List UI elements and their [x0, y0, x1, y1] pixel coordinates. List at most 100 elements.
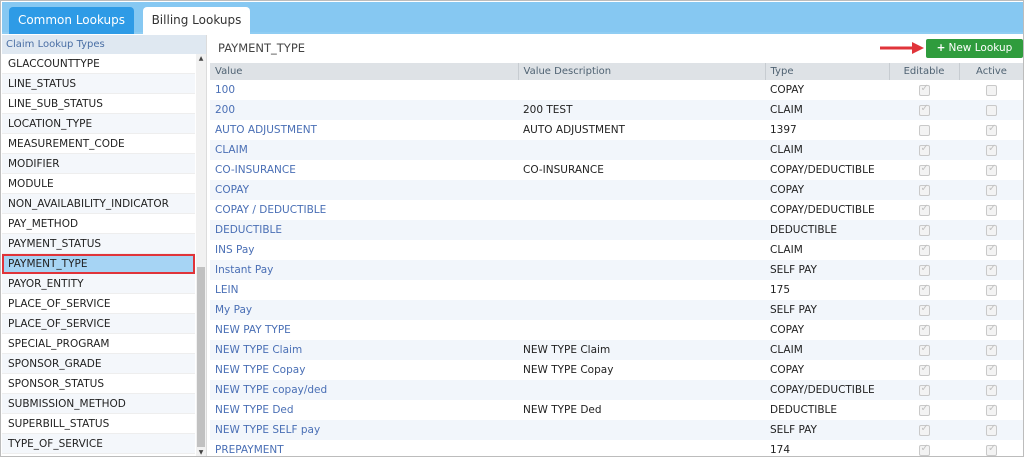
active-checkbox[interactable] — [986, 163, 997, 176]
cell-value-link[interactable]: NEW TYPE copay/ded — [210, 380, 518, 400]
active-checkbox[interactable] — [986, 323, 997, 336]
cell-value-link[interactable]: CO-INSURANCE — [210, 160, 518, 180]
sidebar-item[interactable]: PAY_METHOD — [2, 214, 195, 234]
cell-value-link[interactable]: NEW TYPE Claim — [210, 340, 518, 360]
table-row[interactable]: PREPAYMENT 174 — [210, 440, 1023, 456]
active-checkbox[interactable] — [986, 183, 997, 196]
editable-checkbox[interactable] — [918, 203, 930, 216]
editable-checkbox[interactable] — [918, 143, 930, 156]
editable-checkbox[interactable] — [918, 83, 930, 96]
active-checkbox[interactable] — [986, 363, 997, 376]
table-row[interactable]: Instant Pay SELF PAY — [210, 260, 1023, 280]
editable-checkbox[interactable] — [918, 363, 930, 376]
cell-value-link[interactable]: LEIN — [210, 280, 518, 300]
cell-value-link[interactable]: INS Pay — [210, 240, 518, 260]
table-row[interactable]: CO-INSURANCE CO-INSURANCE COPAY/DEDUCTIBLE — [210, 160, 1023, 180]
editable-checkbox[interactable] — [918, 423, 930, 436]
sidebar-item[interactable]: NON_AVAILABILITY_INDICATOR — [2, 194, 195, 214]
table-row[interactable]: My Pay SELF PAY — [210, 300, 1023, 320]
active-checkbox[interactable] — [986, 303, 997, 316]
sidebar-item[interactable]: PLACE_OF_SERVICE — [2, 294, 195, 314]
column-header-active[interactable]: Active — [959, 63, 1023, 80]
cell-value-link[interactable]: My Pay — [210, 300, 518, 320]
sidebar-item[interactable]: TYPE_OF_SERVICE — [2, 434, 195, 454]
editable-checkbox[interactable] — [918, 323, 930, 336]
table-row[interactable]: AUTO ADJUSTMENT AUTO ADJUSTMENT 1397 — [210, 120, 1023, 140]
table-row[interactable]: NEW TYPE Claim NEW TYPE Claim CLAIM — [210, 340, 1023, 360]
editable-checkbox[interactable] — [918, 303, 930, 316]
table-row[interactable]: NEW TYPE SELF pay SELF PAY — [210, 420, 1023, 440]
active-checkbox[interactable] — [986, 283, 997, 296]
tab-billing-lookups[interactable]: Billing Lookups — [143, 7, 250, 34]
cell-value-link[interactable]: COPAY — [210, 180, 518, 200]
cell-value-link[interactable]: CLAIM — [210, 140, 518, 160]
cell-value-link[interactable]: NEW TYPE SELF pay — [210, 420, 518, 440]
editable-checkbox[interactable] — [918, 403, 930, 416]
sidebar-item[interactable]: PAYOR_ENTITY — [2, 274, 195, 294]
table-row[interactable]: COPAY COPAY — [210, 180, 1023, 200]
active-checkbox[interactable] — [986, 223, 997, 236]
sidebar-item[interactable]: SPONSOR_GRADE — [2, 354, 195, 374]
active-checkbox[interactable] — [986, 423, 997, 436]
sidebar-item[interactable]: LINE_SUB_STATUS — [2, 94, 195, 114]
column-header-editable[interactable]: Editable — [889, 63, 960, 80]
editable-checkbox[interactable] — [918, 163, 930, 176]
table-row[interactable]: DEDUCTIBLE DEDUCTIBLE — [210, 220, 1023, 240]
editable-checkbox[interactable] — [918, 343, 930, 356]
table-row[interactable]: NEW TYPE copay/ded COPAY/DEDUCTIBLE — [210, 380, 1023, 400]
table-row[interactable]: COPAY / DEDUCTIBLE COPAY/DEDUCTIBLE — [210, 200, 1023, 220]
active-checkbox[interactable] — [986, 84, 997, 96]
sidebar-item[interactable]: SPECIAL_PROGRAM — [2, 334, 195, 354]
editable-checkbox[interactable] — [918, 124, 930, 136]
cell-value-link[interactable]: NEW PAY TYPE — [210, 320, 518, 340]
cell-value-link[interactable]: 200 — [210, 100, 518, 120]
table-row[interactable]: NEW TYPE Ded NEW TYPE Ded DEDUCTIBLE — [210, 400, 1023, 420]
sidebar-item[interactable]: MEASUREMENT_CODE — [2, 134, 195, 154]
active-checkbox[interactable] — [986, 243, 997, 256]
tab-common-lookups[interactable]: Common Lookups — [9, 7, 134, 34]
active-checkbox[interactable] — [986, 263, 997, 276]
sidebar-item[interactable]: MODULE — [2, 174, 195, 194]
cell-value-link[interactable]: AUTO ADJUSTMENT — [210, 120, 518, 140]
table-row[interactable]: 100 COPAY — [210, 80, 1023, 100]
sidebar-item[interactable]: SUBMISSION_METHOD — [2, 394, 195, 414]
active-checkbox[interactable] — [986, 383, 997, 396]
editable-checkbox[interactable] — [918, 243, 930, 256]
scroll-up-arrow-icon[interactable]: ▲ — [196, 54, 206, 63]
table-row[interactable]: CLAIM CLAIM — [210, 140, 1023, 160]
scroll-down-arrow-icon[interactable]: ▼ — [196, 448, 206, 456]
sidebar-scrollbar[interactable]: ▲ ▼ — [196, 54, 206, 456]
table-row[interactable]: NEW TYPE Copay NEW TYPE Copay COPAY — [210, 360, 1023, 380]
scroll-thumb[interactable] — [197, 267, 205, 447]
active-checkbox[interactable] — [986, 343, 997, 356]
editable-checkbox[interactable] — [918, 263, 930, 276]
active-checkbox[interactable] — [986, 403, 997, 416]
editable-checkbox[interactable] — [918, 283, 930, 296]
table-row[interactable]: NEW PAY TYPE COPAY — [210, 320, 1023, 340]
column-header-type[interactable]: Type — [765, 63, 890, 80]
cell-value-link[interactable]: 100 — [210, 80, 518, 100]
sidebar-item[interactable]: SUPERBILL_STATUS — [2, 414, 195, 434]
active-checkbox[interactable] — [986, 203, 997, 216]
cell-value-link[interactable]: DEDUCTIBLE — [210, 220, 518, 240]
sidebar-item[interactable]: MODIFIER — [2, 154, 195, 174]
cell-value-link[interactable]: PREPAYMENT — [210, 440, 518, 456]
sidebar-item[interactable]: LINE_STATUS — [2, 74, 195, 94]
sidebar-item[interactable]: PLACE_OF_SERVICE — [2, 314, 195, 334]
sidebar-item[interactable]: LOCATION_TYPE — [2, 114, 195, 134]
cell-value-link[interactable]: COPAY / DEDUCTIBLE — [210, 200, 518, 220]
editable-checkbox[interactable] — [918, 103, 930, 116]
column-header-value-description[interactable]: Value Description — [518, 63, 766, 80]
active-checkbox[interactable] — [986, 123, 997, 136]
cell-value-link[interactable]: NEW TYPE Ded — [210, 400, 518, 420]
table-row[interactable]: INS Pay CLAIM — [210, 240, 1023, 260]
active-checkbox[interactable] — [986, 443, 997, 456]
active-checkbox[interactable] — [986, 104, 997, 116]
editable-checkbox[interactable] — [918, 443, 930, 456]
cell-value-link[interactable]: NEW TYPE Copay — [210, 360, 518, 380]
sidebar-item[interactable]: PAYMENT_STATUS — [2, 234, 195, 254]
column-header-value[interactable]: Value — [210, 63, 519, 80]
sidebar-item[interactable]: PAYMENT_TYPE — [2, 254, 195, 274]
editable-checkbox[interactable] — [918, 383, 930, 396]
table-row[interactable]: 200 200 TEST CLAIM — [210, 100, 1023, 120]
